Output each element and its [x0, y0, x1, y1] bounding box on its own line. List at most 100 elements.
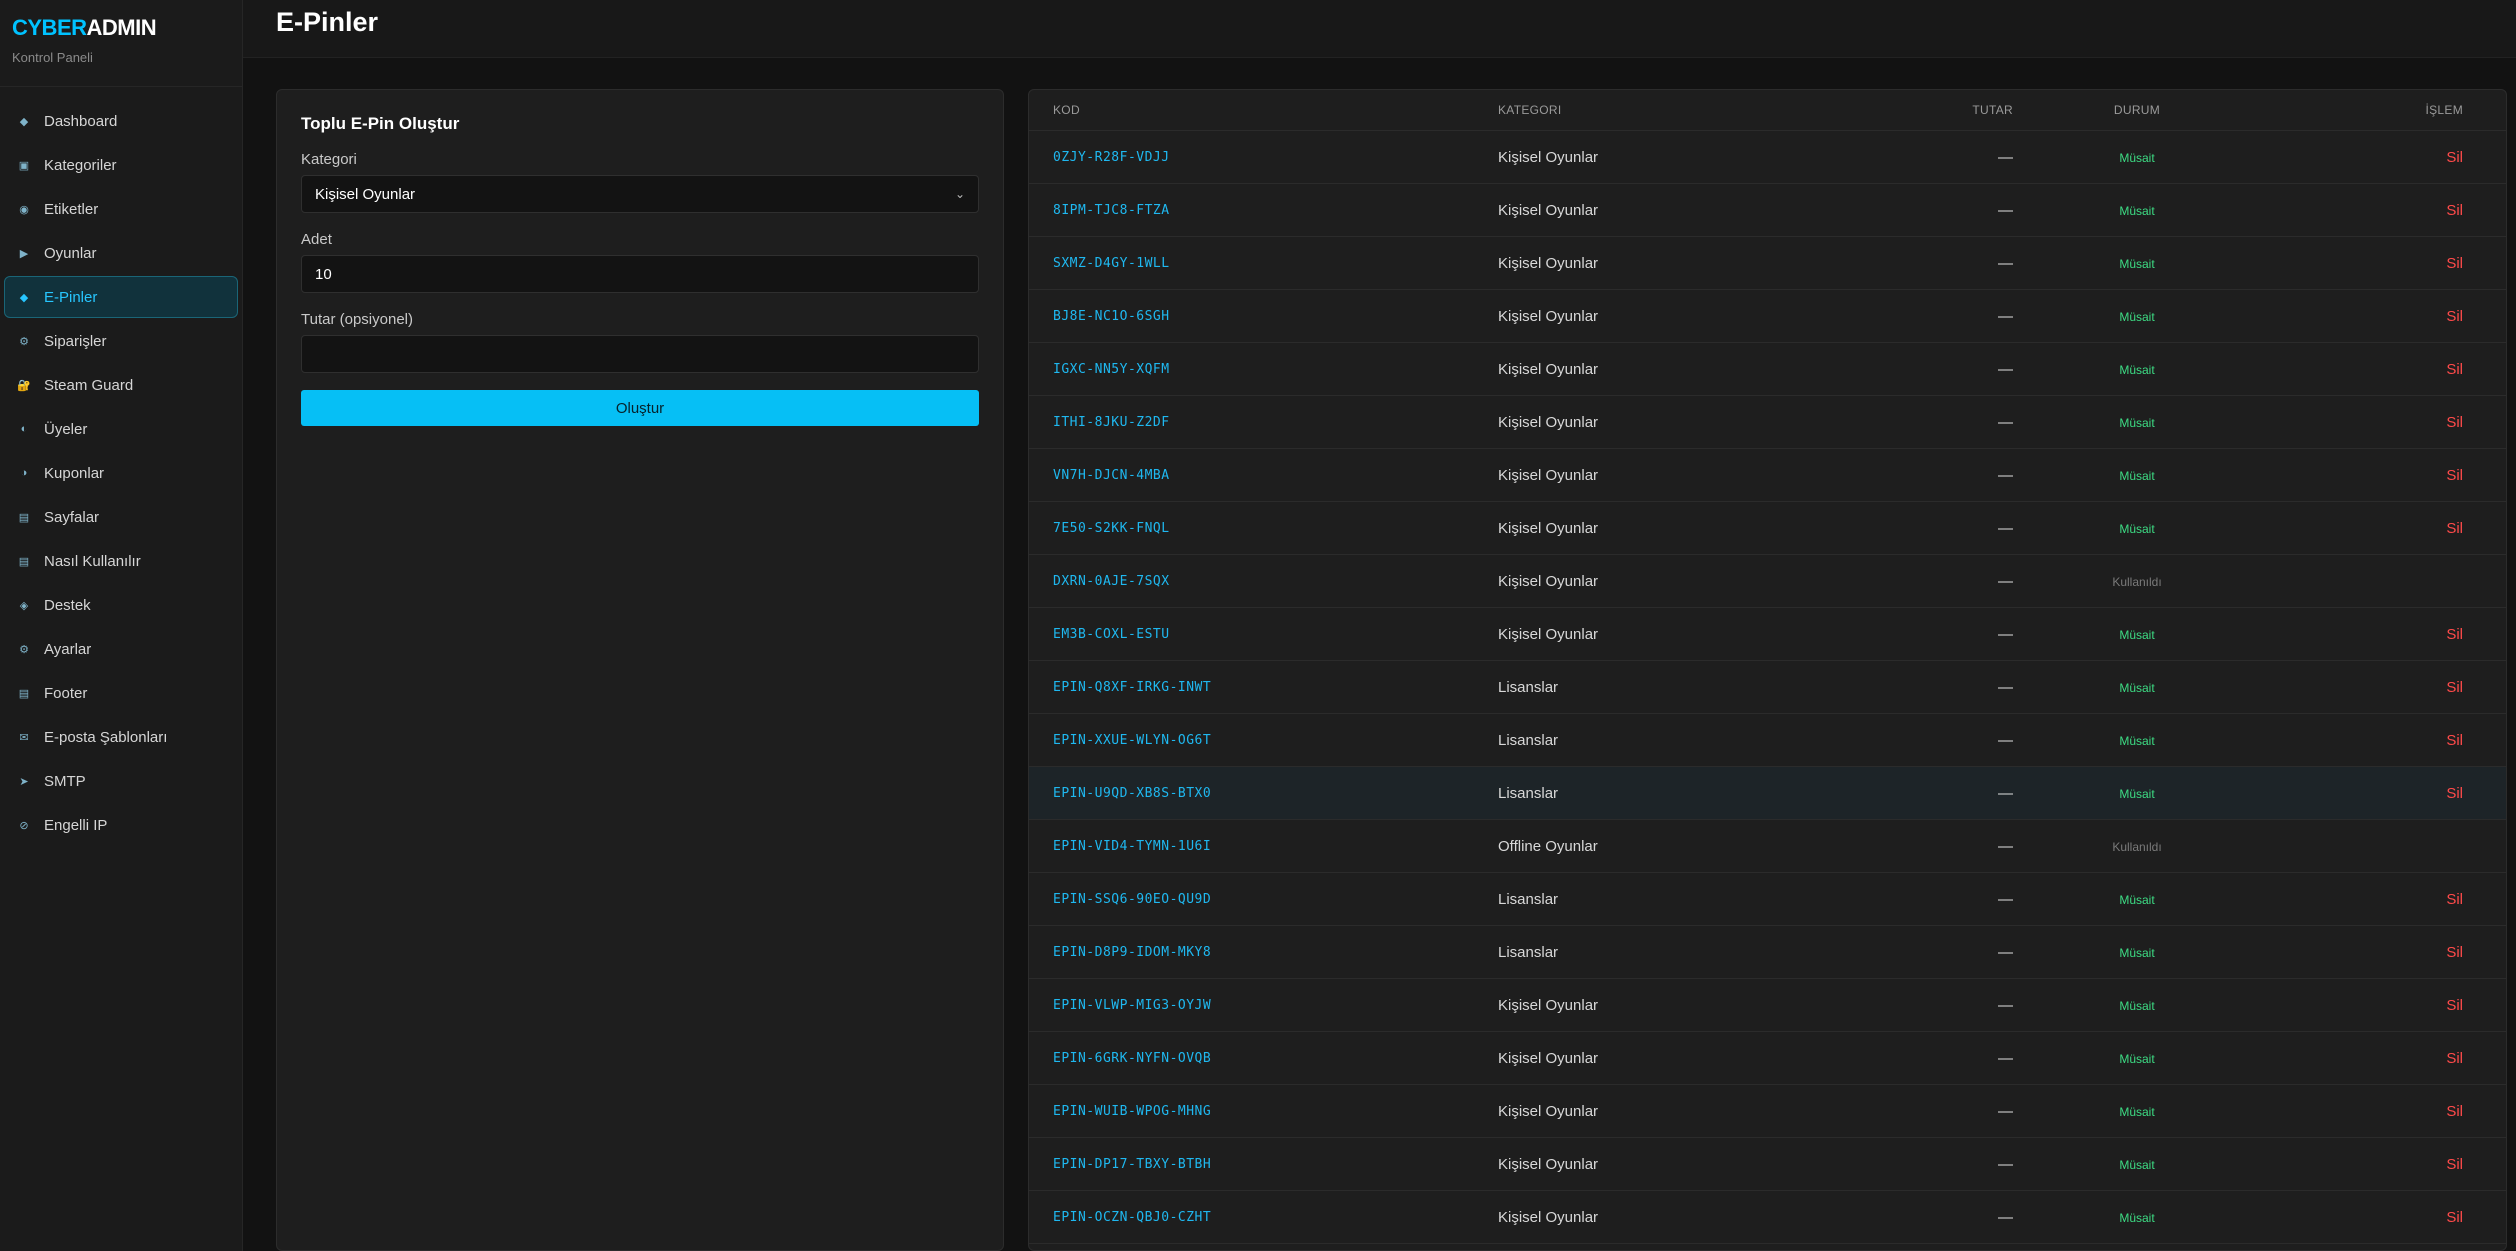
- epin-code[interactable]: IGXC-NN5Y-XQFM: [1029, 362, 1498, 377]
- epin-category: Kişisel Oyunlar: [1498, 1155, 1599, 1173]
- list-icon: ▤: [18, 555, 30, 568]
- delete-button[interactable]: Sil: [2446, 891, 2463, 908]
- epin-code[interactable]: 7E50-S2KK-FNQL: [1029, 521, 1498, 536]
- table-row: EPIN-VLWP-MIG3-OYJW Kişisel Oyunlar — Müsai…: [1029, 979, 2506, 1032]
- epin-code[interactable]: EPIN-OCZN-QBJ0-CZHT: [1029, 1210, 1498, 1225]
- sidebar-item-steam-guard[interactable]: 🔐 Steam Guard: [4, 364, 238, 406]
- delete-button[interactable]: Sil: [2446, 732, 2463, 749]
- status-badge: Müsait: [2119, 945, 2155, 960]
- sidebar-item-oyunlar[interactable]: ▶ Oyunlar: [4, 232, 238, 274]
- epin-code[interactable]: EPIN-VLWP-MIG3-OYJW: [1029, 998, 1498, 1013]
- epin-code[interactable]: EPIN-WUIB-WPOG-MHNG: [1029, 1104, 1498, 1119]
- category-select[interactable]: Kişisel Oyunlar ⌄: [301, 175, 979, 213]
- epin-code[interactable]: EPIN-6GRK-NYFN-OVQB: [1029, 1051, 1498, 1066]
- sidebar-item-label: Etiketler: [44, 200, 99, 218]
- delete-button[interactable]: Sil: [2446, 520, 2463, 537]
- sidebar-item-e-pinler[interactable]: ◆ E-Pinler: [4, 276, 238, 318]
- sidebar-item-label: SMTP: [44, 772, 86, 790]
- delete-button[interactable]: Sil: [2446, 361, 2463, 378]
- status-badge: Müsait: [2119, 733, 2155, 748]
- action-cell: Sil: [2261, 149, 2483, 166]
- status-badge: Müsait: [2119, 309, 2155, 324]
- sidebar: CYBERADMIN Kontrol Paneli ◆ Dashboard ▣ Kat…: [0, 0, 243, 1251]
- epin-code[interactable]: SXMZ-D4GY-1WLL: [1029, 256, 1498, 271]
- create-button[interactable]: Oluştur: [301, 390, 979, 426]
- sidebar-item-smtp[interactable]: ➤ SMTP: [4, 760, 238, 802]
- epin-code[interactable]: 0ZJY-R28F-VDJJ: [1029, 150, 1498, 165]
- sidebar-item-label: Nasıl Kullanılır: [44, 552, 141, 570]
- epin-code[interactable]: 8IPM-TJC8-FTZA: [1029, 203, 1498, 218]
- delete-button[interactable]: Sil: [2446, 1156, 2463, 1173]
- settings-icon: ⚙: [19, 643, 29, 656]
- epin-code[interactable]: EPIN-U9QD-XB8S-BTX0: [1029, 786, 1498, 801]
- table-row: EPIN-VID4-TYMN-1U6I Offline Oyunlar — Kulla…: [1029, 820, 2506, 873]
- epin-category: Kişisel Oyunlar: [1498, 996, 1599, 1014]
- sidebar-item-etiketler[interactable]: ◉ Etiketler: [4, 188, 238, 230]
- table-row: EPIN-DP17-TBXY-BTBH Kişisel Oyunlar — Müsai…: [1029, 1138, 2506, 1191]
- status-cell: Müsait: [2013, 520, 2261, 537]
- category-select-value: Kişisel Oyunlar: [315, 185, 416, 203]
- status-cell: Müsait: [2013, 202, 2261, 219]
- epin-amount: —: [1998, 466, 2013, 484]
- epin-code[interactable]: EM3B-COXL-ESTU: [1029, 627, 1498, 642]
- epin-code[interactable]: VN7H-DJCN-4MBA: [1029, 468, 1498, 483]
- delete-button[interactable]: Sil: [2446, 414, 2463, 431]
- sidebar-item-e-posta-ablonlar-[interactable]: ✉ E-posta Şablonları: [4, 716, 238, 758]
- epin-code[interactable]: BJ8E-NC1O-6SGH: [1029, 309, 1498, 324]
- sidebar-item-sipari-ler[interactable]: ⚙ Siparişler: [4, 320, 238, 362]
- block-icon: ⊘: [19, 819, 29, 832]
- epin-code[interactable]: EPIN-VID4-TYMN-1U6I: [1029, 839, 1498, 854]
- delete-button[interactable]: Sil: [2446, 1103, 2463, 1120]
- delete-button[interactable]: Sil: [2446, 202, 2463, 219]
- sidebar-item-nas-l-kullan-l-r[interactable]: ▤ Nasıl Kullanılır: [4, 540, 238, 582]
- epin-category: Kişisel Oyunlar: [1498, 466, 1599, 484]
- delete-button[interactable]: Sil: [2446, 467, 2463, 484]
- delete-button[interactable]: Sil: [2446, 255, 2463, 272]
- sidebar-item-label: Footer: [44, 684, 88, 702]
- sidebar-item-kategoriler[interactable]: ▣ Kategoriler: [4, 144, 238, 186]
- page-icon: ▤: [18, 511, 30, 524]
- sidebar-item-label: Ayarlar: [44, 640, 92, 658]
- action-cell: Sil: [2261, 785, 2483, 802]
- action-cell: Sil: [2261, 732, 2483, 749]
- delete-button[interactable]: Sil: [2446, 944, 2463, 961]
- delete-button[interactable]: Sil: [2446, 626, 2463, 643]
- delete-button[interactable]: Sil: [2446, 149, 2463, 166]
- epin-code[interactable]: DXRN-0AJE-7SQX: [1029, 574, 1498, 589]
- sidebar-item--yeler[interactable]: ◐ Üyeler: [4, 408, 238, 450]
- epin-code[interactable]: EPIN-XXUE-WLYN-OG6T: [1029, 733, 1498, 748]
- users-icon: ◐: [20, 423, 28, 435]
- brand-logo[interactable]: CYBERADMIN: [12, 17, 230, 39]
- epin-code[interactable]: ITHI-8JKU-Z2DF: [1029, 415, 1498, 430]
- epin-code[interactable]: EPIN-D8P9-IDOM-MKY8: [1029, 945, 1498, 960]
- delete-button[interactable]: Sil: [2446, 1050, 2463, 1067]
- epin-code[interactable]: EPIN-SSQ6-90EO-QU9D: [1029, 892, 1498, 907]
- sidebar-item-kuponlar[interactable]: ◑ Kuponlar: [4, 452, 238, 494]
- sidebar-item-destek[interactable]: ◈ Destek: [4, 584, 238, 626]
- delete-button[interactable]: Sil: [2446, 997, 2463, 1014]
- sidebar-item-engelli-ip[interactable]: ⊘ Engelli IP: [4, 804, 238, 846]
- column-header-islem: İŞLEM: [2425, 103, 2463, 117]
- column-header-kod[interactable]: KOD: [1029, 103, 1498, 117]
- sidebar-item-label: E-Pinler: [44, 288, 98, 306]
- delete-button[interactable]: Sil: [2446, 308, 2463, 325]
- delete-button[interactable]: Sil: [2446, 785, 2463, 802]
- epin-category: Lisanslar: [1498, 890, 1559, 908]
- sidebar-item-dashboard[interactable]: ◆ Dashboard: [4, 100, 238, 142]
- status-badge: Müsait: [2119, 415, 2155, 430]
- status-cell: Kullanıldı: [2013, 573, 2261, 590]
- count-input[interactable]: 10: [301, 255, 979, 293]
- column-header-kategori[interactable]: KATEGORI: [1498, 103, 1898, 117]
- delete-button[interactable]: Sil: [2446, 679, 2463, 696]
- column-header-durum[interactable]: DURUM: [2013, 103, 2261, 117]
- epin-code[interactable]: EPIN-DP17-TBXY-BTBH: [1029, 1157, 1498, 1172]
- delete-button[interactable]: Sil: [2446, 1209, 2463, 1226]
- sidebar-item-footer[interactable]: ▤ Footer: [4, 672, 238, 714]
- sidebar-item-sayfalar[interactable]: ▤ Sayfalar: [4, 496, 238, 538]
- column-header-tutar[interactable]: TUTAR: [1898, 103, 2013, 117]
- amount-input[interactable]: [301, 335, 979, 373]
- sidebar-item-ayarlar[interactable]: ⚙ Ayarlar: [4, 628, 238, 670]
- table-row: EPIN-D8P9-IDOM-MKY8 Lisanslar — Müsait Sil: [1029, 926, 2506, 979]
- epin-category: Kişisel Oyunlar: [1498, 519, 1599, 537]
- epin-code[interactable]: EPIN-Q8XF-IRKG-INWT: [1029, 680, 1498, 695]
